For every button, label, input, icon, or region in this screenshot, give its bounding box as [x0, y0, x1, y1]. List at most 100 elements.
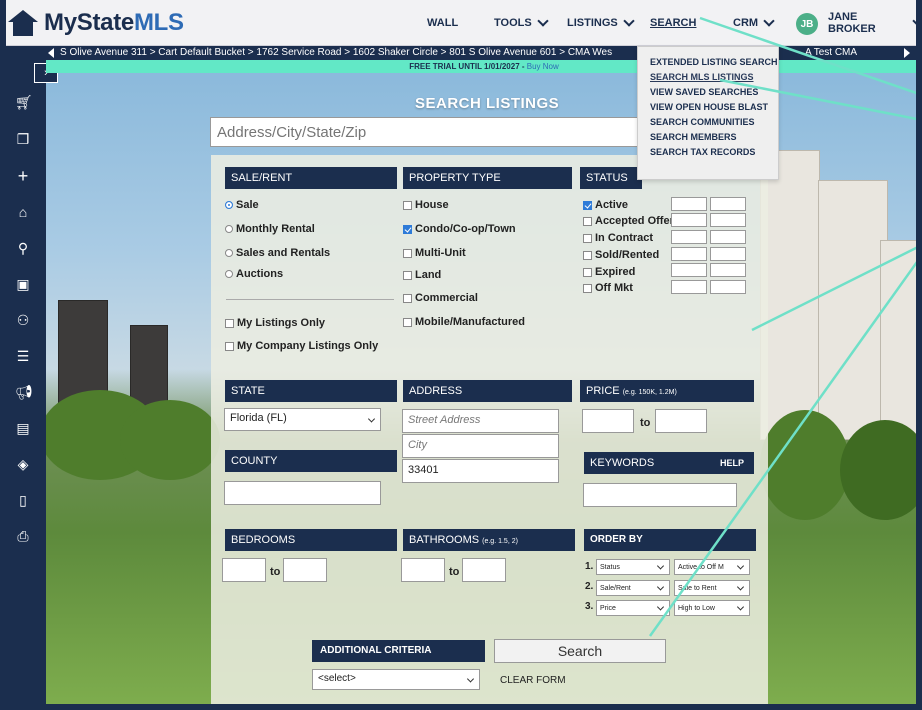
nav-search[interactable]: SEARCH: [650, 0, 696, 46]
order-by-field-select[interactable]: Status: [596, 559, 670, 575]
diamond-icon[interactable]: ◈: [15, 456, 31, 472]
nav-crm[interactable]: CRM: [733, 0, 775, 46]
checkbox-label: Mobile/Manufactured: [415, 316, 526, 328]
keywords-help-link[interactable]: HELP: [720, 452, 744, 474]
menu-item-view-saved-searches[interactable]: VIEW SAVED SEARCHES: [638, 85, 778, 100]
radio-label: Auctions: [236, 268, 284, 280]
radio-auctions[interactable]: Auctions: [225, 268, 283, 280]
status-date-to[interactable]: [710, 263, 746, 277]
status-date-to[interactable]: [710, 213, 746, 227]
status-date-to[interactable]: [710, 280, 746, 294]
bathrooms-min-input[interactable]: [401, 558, 445, 582]
building: [818, 180, 888, 440]
user-menu[interactable]: JANE BROKER: [828, 0, 922, 46]
search-button[interactable]: Search: [494, 639, 666, 663]
checkbox-my-listings[interactable]: My Listings Only: [225, 317, 325, 329]
status-date-from[interactable]: [671, 263, 707, 277]
checkbox-status-accepted-offer[interactable]: Accepted Offer: [583, 215, 674, 227]
chevron-down-icon: [623, 14, 635, 27]
buy-now-link[interactable]: Buy Now: [527, 62, 559, 71]
order-by-field-select[interactable]: Price: [596, 600, 670, 616]
document-icon[interactable]: ▤: [15, 420, 31, 436]
nav-wall[interactable]: WALL: [427, 0, 458, 46]
additional-criteria-select[interactable]: <select>: [312, 669, 480, 690]
checkbox-my-company-listings[interactable]: My Company Listings Only: [225, 340, 378, 352]
checkbox-land[interactable]: Land: [403, 269, 441, 281]
menu-item-search-members[interactable]: SEARCH MEMBERS: [638, 130, 778, 145]
status-date-to[interactable]: [710, 197, 746, 211]
radio-icon: [225, 225, 233, 233]
status-date-from[interactable]: [671, 230, 707, 244]
checkbox-multi-unit[interactable]: Multi-Unit: [403, 247, 466, 259]
radio-sale[interactable]: Sale: [225, 199, 259, 211]
status-date-from[interactable]: [671, 280, 707, 294]
breadcrumb-forward-icon[interactable]: [904, 48, 910, 58]
checkbox-status-active[interactable]: Active: [583, 199, 628, 211]
menu-item-search-communities[interactable]: SEARCH COMMUNITIES: [638, 115, 778, 130]
keywords-header: KEYWORDS HELP: [584, 452, 754, 474]
radio-monthly-rental[interactable]: Monthly Rental: [225, 223, 315, 235]
home-icon[interactable]: ⌂: [15, 204, 31, 220]
list-icon[interactable]: ☰: [15, 348, 31, 364]
price-max-input[interactable]: [655, 409, 707, 433]
zip-input[interactable]: 33401: [402, 459, 559, 483]
trial-text: FREE TRIAL UNTIL 1/01/2027 -: [409, 62, 527, 71]
status-date-from[interactable]: [671, 247, 707, 261]
status-date-to[interactable]: [710, 230, 746, 244]
cart-icon[interactable]: 🛒︎: [15, 94, 33, 110]
order-by-field-select[interactable]: Sale/Rent: [596, 580, 670, 596]
plus-icon[interactable]: +: [15, 167, 31, 185]
status-date-from[interactable]: [671, 213, 707, 227]
bedrooms-max-input[interactable]: [283, 558, 327, 582]
state-select[interactable]: Florida (FL): [224, 408, 381, 431]
checkbox-label: Accepted Offer: [595, 215, 674, 227]
status-date-to[interactable]: [710, 247, 746, 261]
nav-tools[interactable]: TOOLS: [494, 0, 549, 46]
breadcrumb-text[interactable]: S Olive Avenue 311 > Cart Default Bucket…: [60, 47, 612, 58]
nav-listings-label: LISTINGS: [567, 17, 618, 29]
contact-card-icon[interactable]: ▣: [15, 276, 31, 292]
checkbox-condo[interactable]: Condo/Co-op/Town: [403, 223, 516, 235]
checkbox-status-sold-rented[interactable]: Sold/Rented: [583, 249, 659, 261]
checkbox-status-expired[interactable]: Expired: [583, 266, 635, 278]
address-search-input[interactable]: [210, 117, 650, 147]
brand-logo[interactable]: MyStateMLS: [8, 9, 184, 37]
checkbox-house[interactable]: House: [403, 199, 449, 211]
avatar[interactable]: JB: [796, 13, 818, 35]
breadcrumb-back-icon[interactable]: [48, 48, 54, 58]
menu-item-view-open-house-blast[interactable]: VIEW OPEN HOUSE BLAST: [638, 100, 778, 115]
house-logo-icon: [8, 10, 38, 36]
radio-sales-and-rentals[interactable]: Sales and Rentals: [225, 247, 330, 259]
price-min-input[interactable]: [582, 409, 634, 433]
search-icon[interactable]: ⚲: [15, 240, 31, 256]
checkbox-commercial[interactable]: Commercial: [403, 292, 478, 304]
menu-item-search-mls-listings[interactable]: SEARCH MLS LISTINGS: [638, 70, 778, 85]
bathrooms-to-label: to: [449, 566, 460, 578]
menu-item-search-tax-records[interactable]: SEARCH TAX RECORDS: [638, 145, 778, 160]
bathrooms-max-input[interactable]: [462, 558, 506, 582]
chevron-down-icon: [736, 583, 745, 591]
bedrooms-min-input[interactable]: [222, 558, 266, 582]
checkbox-status-in-contract[interactable]: In Contract: [583, 232, 653, 244]
clear-form-button[interactable]: CLEAR FORM: [500, 675, 566, 686]
bookmark-icon[interactable]: ⎙: [15, 528, 31, 544]
order-by-order-select[interactable]: High to Low: [674, 600, 750, 616]
checkbox-status-off-mkt[interactable]: Off Mkt: [583, 282, 633, 294]
city-input[interactable]: City: [402, 434, 559, 458]
checkbox-mobile[interactable]: Mobile/Manufactured: [403, 316, 525, 328]
breadcrumb-tail[interactable]: A Test CMA: [805, 46, 858, 60]
bathrooms-header-label: BATHROOMS: [409, 534, 480, 546]
county-input[interactable]: [224, 481, 381, 505]
menu-item-extended-listing-search[interactable]: EXTENDED LISTING SEARCH: [638, 55, 778, 70]
order-by-order-value: Sale to Rent: [678, 585, 717, 592]
door-icon[interactable]: ▯: [15, 492, 31, 508]
status-date-from[interactable]: [671, 197, 707, 211]
order-by-order-select[interactable]: Sale to Rent: [674, 580, 750, 596]
nav-listings[interactable]: LISTINGS: [567, 0, 635, 46]
megaphone-icon[interactable]: 📢︎: [15, 384, 33, 400]
street-address-input[interactable]: Street Address: [402, 409, 559, 433]
order-by-order-select[interactable]: Active to Off M: [674, 559, 750, 575]
keywords-input[interactable]: [583, 483, 737, 507]
users-icon[interactable]: ⚇: [15, 312, 31, 328]
copy-icon[interactable]: ❐: [15, 131, 31, 147]
